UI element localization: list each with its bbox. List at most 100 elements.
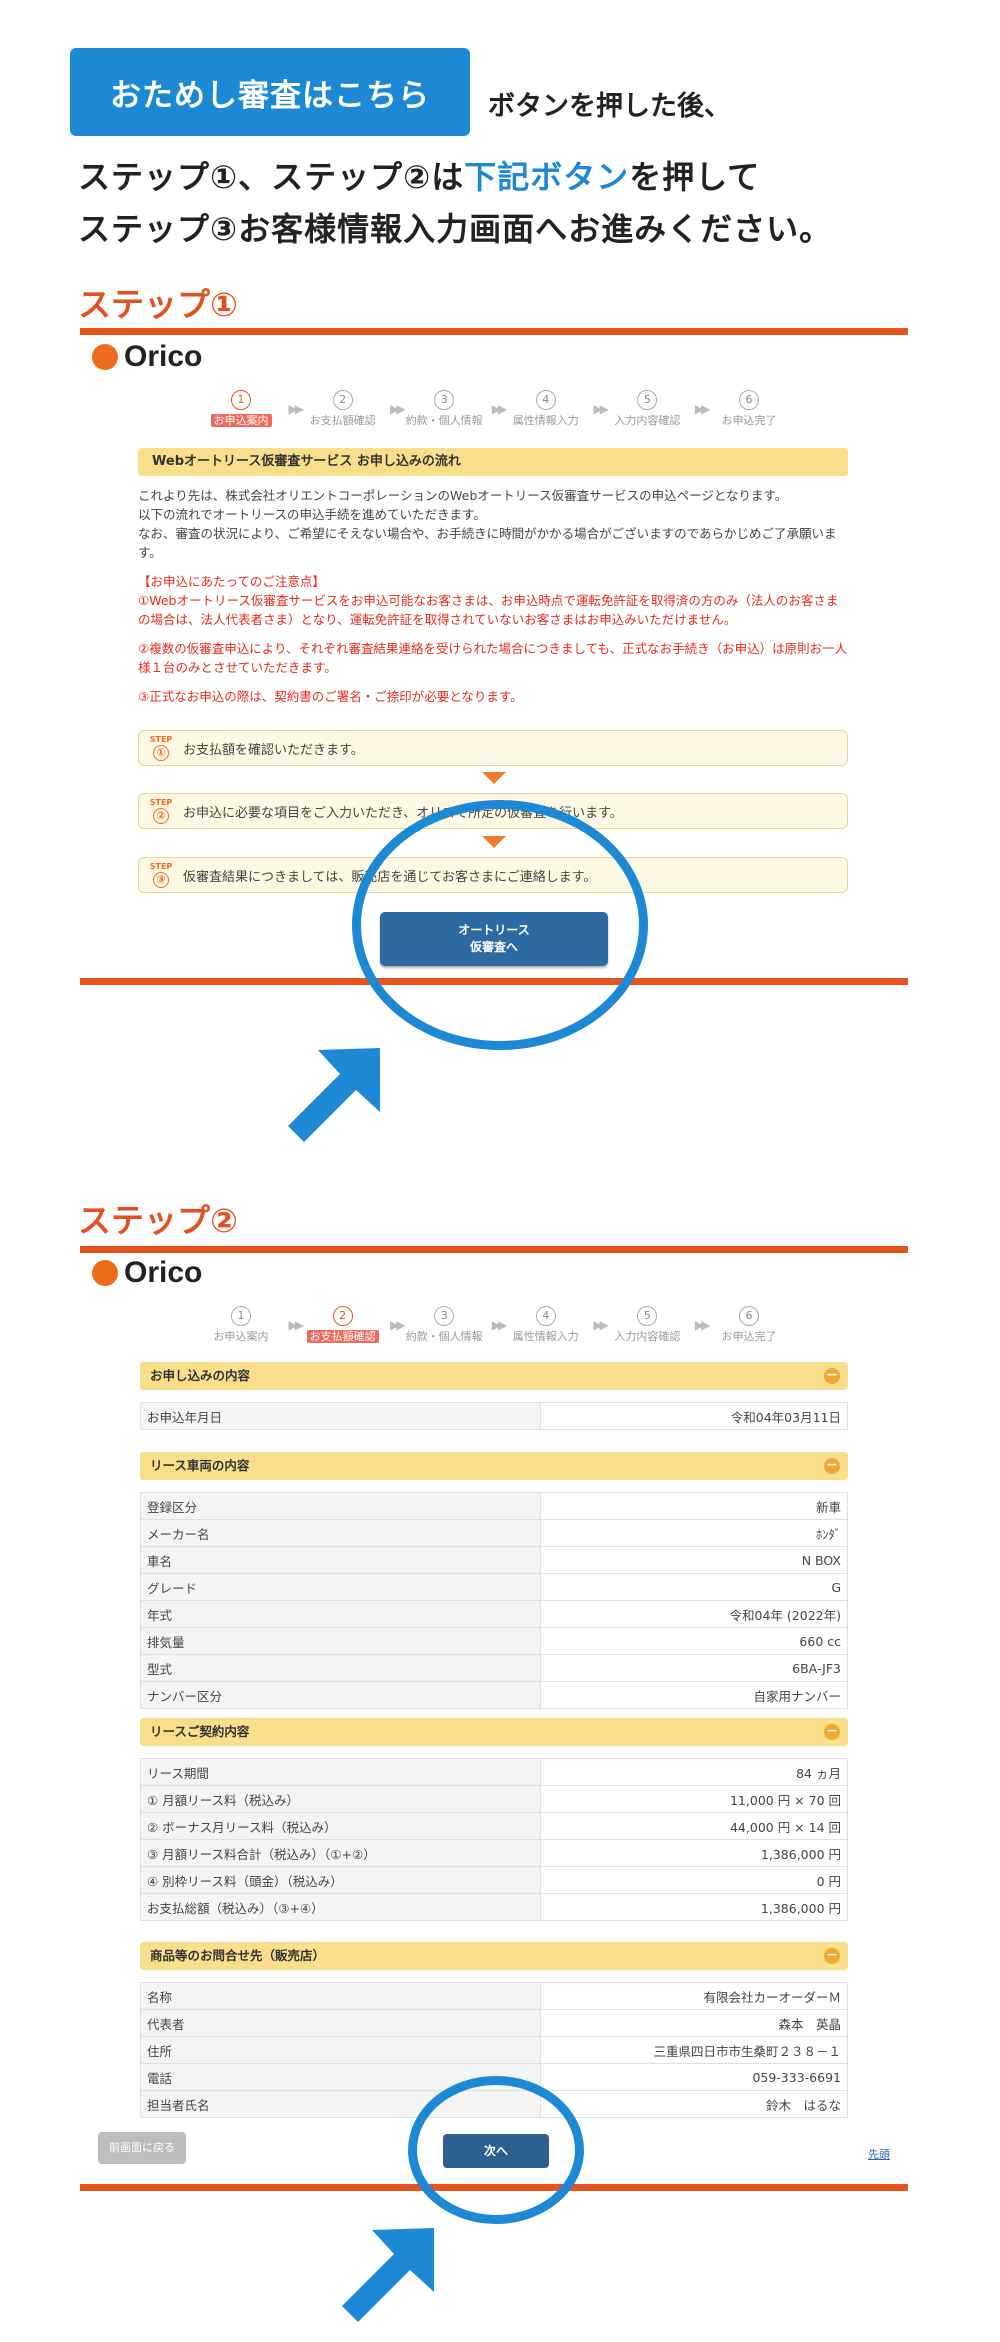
flow-body-3: なお、審査の状況により、ご希望にそえない場合や、お手続きに時間がかかる場合がござ… — [138, 526, 837, 560]
step-3-icon: STEP ③ — [149, 862, 173, 888]
progress-num: 5 — [637, 1306, 658, 1326]
row-key: メーカー名 — [140, 1519, 541, 1547]
row-value: 令和04年 (2022年) — [540, 1600, 848, 1628]
collapse-icon[interactable]: − — [824, 1458, 840, 1474]
notice-1: ①Webオートリース仮審査サービスをお申込可能なお客さまは、お申込時点で運転免許… — [138, 593, 839, 627]
table-row: 代表者 森本 英晶 — [140, 2009, 848, 2037]
row-key: お申込年月日 — [140, 1402, 541, 1430]
section-contract-header[interactable]: リースご契約内容 − — [140, 1718, 848, 1746]
flow-title: Webオートリース仮審査サービス お申し込みの流れ — [138, 448, 848, 476]
intro-line-3: ステップ③お客様情報入力画面へお進みください。 — [78, 210, 833, 248]
row-key: お支払総額（税込み）（③+④） — [140, 1893, 541, 1921]
flow-intro-text: これより先は、株式会社オリエントコーポレーションのWebオートリース仮審査サービ… — [138, 486, 850, 562]
step1-progress: 1 お申込案内 ▶▶ 2 お支払額確認 ▶▶ 3 約款・個人情報 ▶▶ 4 属性情報入力 ▶▶ … — [195, 390, 795, 442]
table-row: ④ 別枠リース料（頭金）（税込み） 0 円 — [140, 1866, 848, 1894]
progress-num: 1 — [231, 1306, 251, 1326]
progress-label: 約款・個人情報 — [405, 1330, 483, 1343]
row-key: リース期間 — [140, 1758, 541, 1786]
row-value: 三重県四日市市生桑町２３８－１ — [540, 2036, 848, 2064]
row-key: 登録区分 — [140, 1492, 541, 1520]
progress-label: お申込完了 — [721, 414, 777, 427]
progress-label: お申込案内 — [210, 414, 272, 427]
intro-line-2: ステップ①、ステップ②は下記ボタンを押して — [78, 152, 760, 198]
row-key: ④ 別枠リース料（頭金）（税込み） — [140, 1866, 541, 1894]
progress-label: お支払額確認 — [309, 414, 376, 427]
progress-step-3: 3 約款・個人情報 ▶▶ — [398, 1306, 507, 1358]
progress-step-6: 6 お申込完了 — [703, 390, 795, 442]
notice-title: 【お申込にあたってのご注意点】 — [138, 574, 325, 589]
flow-body-1: これより先は、株式会社オリエントコーポレーションのWebオートリース仮審査サービ… — [138, 488, 788, 503]
section-dealer-header[interactable]: 商品等のお問合せ先（販売店） − — [140, 1942, 848, 1970]
progress-label: お申込完了 — [721, 1330, 777, 1343]
section-apply-header[interactable]: お申し込みの内容 − — [140, 1362, 848, 1390]
table-row: 型式 6BA-JF3 — [140, 1654, 848, 1682]
progress-step-3: 3 約款・個人情報 ▶▶ — [398, 390, 507, 442]
table-row: お申込年月日 令和04年03月11日 — [140, 1402, 848, 1430]
row-value: 0 円 — [540, 1866, 848, 1894]
row-value: 059-333-6691 — [540, 2063, 848, 2091]
progress-label: お支払額確認 — [306, 1330, 379, 1343]
progress-num: 6 — [738, 1306, 759, 1326]
row-value: 1,386,000 円 — [540, 1839, 848, 1867]
orico-logo-text: Orico — [124, 1256, 203, 1289]
row-value: 自家用ナンバー — [540, 1681, 848, 1709]
row-key: グレード — [140, 1573, 541, 1601]
intro-after-text: ボタンを押した後、 — [488, 91, 731, 122]
step2-heading: ステップ② — [78, 1201, 238, 1240]
section-title: 商品等のお問合せ先（販売店） — [150, 1948, 326, 1963]
flow-step-text: お支払額を確認いただきます。 — [183, 742, 364, 758]
progress-num: 5 — [637, 390, 658, 410]
table-row: 車名 N BOX — [140, 1546, 848, 1574]
section-title: お申し込みの内容 — [150, 1368, 251, 1383]
row-value: 鈴木 はるな — [540, 2090, 848, 2118]
row-value: 6BA-JF3 — [540, 1654, 848, 1682]
progress-step-5: 5 入力内容確認 ▶▶ — [601, 1306, 710, 1358]
section-title: リース車両の内容 — [150, 1458, 250, 1473]
contract-table: リース期間 84 ヵ月 ① 月額リース料（税込み） 11,000 円 × 70 回 … — [140, 1758, 848, 1921]
row-key: ③ 月額リース料合計（税込み）（①+②） — [140, 1839, 541, 1867]
progress-step-2: 2 お支払額確認 ▶▶ — [297, 1306, 406, 1358]
collapse-icon[interactable]: − — [824, 1948, 840, 1964]
collapse-icon[interactable]: − — [824, 1368, 840, 1384]
table-row: 名称 有限会社カーオーダーＭ — [140, 1982, 848, 2010]
row-value: 660 cc — [540, 1627, 848, 1655]
progress-step-4: 4 属性情報入力 ▶▶ — [500, 390, 609, 442]
row-key: 住所 — [140, 2036, 541, 2064]
step1-orico-logo: Orico — [92, 340, 202, 374]
vehicle-table: 登録区分 新車 メーカー名 ﾎﾝﾀﾞ 車名 N BOX グレード G 年式 令和04年 (… — [140, 1492, 848, 1709]
progress-num: 4 — [535, 1306, 556, 1326]
progress-num: 4 — [535, 390, 556, 410]
table-row: 登録区分 新車 — [140, 1492, 848, 1520]
table-row: グレード G — [140, 1573, 848, 1601]
flow-step-1: STEP ① お支払額を確認いただきます。 — [138, 730, 848, 766]
orico-logo-text: Orico — [124, 340, 203, 373]
row-key: 年式 — [140, 1600, 541, 1628]
section-vehicle-header[interactable]: リース車両の内容 − — [140, 1452, 848, 1480]
orico-logo-mark — [92, 1260, 118, 1286]
row-value: 新車 — [540, 1492, 848, 1520]
back-button[interactable]: 前画面に戻る — [98, 2132, 186, 2164]
progress-step-4: 4 属性情報入力 ▶▶ — [500, 1306, 609, 1358]
apply-table: お申込年月日 令和04年03月11日 — [140, 1402, 848, 1430]
row-value: 11,000 円 × 70 回 — [540, 1785, 848, 1813]
progress-num: 3 — [434, 390, 455, 410]
notice-3: ③正式なお申込の際は、契約書のご署名・ご捺印が必要となります。 — [138, 689, 523, 704]
table-row: ナンバー区分 自家用ナンバー — [140, 1681, 848, 1709]
progress-label: 入力内容確認 — [614, 1330, 681, 1343]
progress-label: 属性情報入力 — [512, 1330, 579, 1343]
collapse-icon[interactable]: − — [824, 1724, 840, 1740]
progress-step-5: 5 入力内容確認 ▶▶ — [601, 390, 710, 442]
page-top-link[interactable]: 先頭 — [868, 2146, 890, 2162]
row-key: 名称 — [140, 1982, 541, 2010]
notice-2: ②複数の仮審査申込により、それぞれ審査結果連絡を受けられた場合につきましても、正… — [138, 641, 848, 675]
row-value: 森本 英晶 — [540, 2009, 848, 2037]
table-row: 住所 三重県四日市市生桑町２３８－１ — [140, 2036, 848, 2064]
progress-num: 2 — [332, 390, 353, 410]
row-value: 1,386,000 円 — [540, 1893, 848, 1921]
trial-review-badge: おためし審査はこちら — [70, 48, 470, 136]
table-row: お支払総額（税込み）（③+④） 1,386,000 円 — [140, 1893, 848, 1921]
row-value: ﾎﾝﾀﾞ — [540, 1519, 848, 1547]
progress-label: 約款・個人情報 — [405, 414, 483, 427]
intro-line-2a: ステップ①、ステップ②は — [78, 158, 465, 196]
pointer-arrow-icon — [288, 1048, 380, 1142]
